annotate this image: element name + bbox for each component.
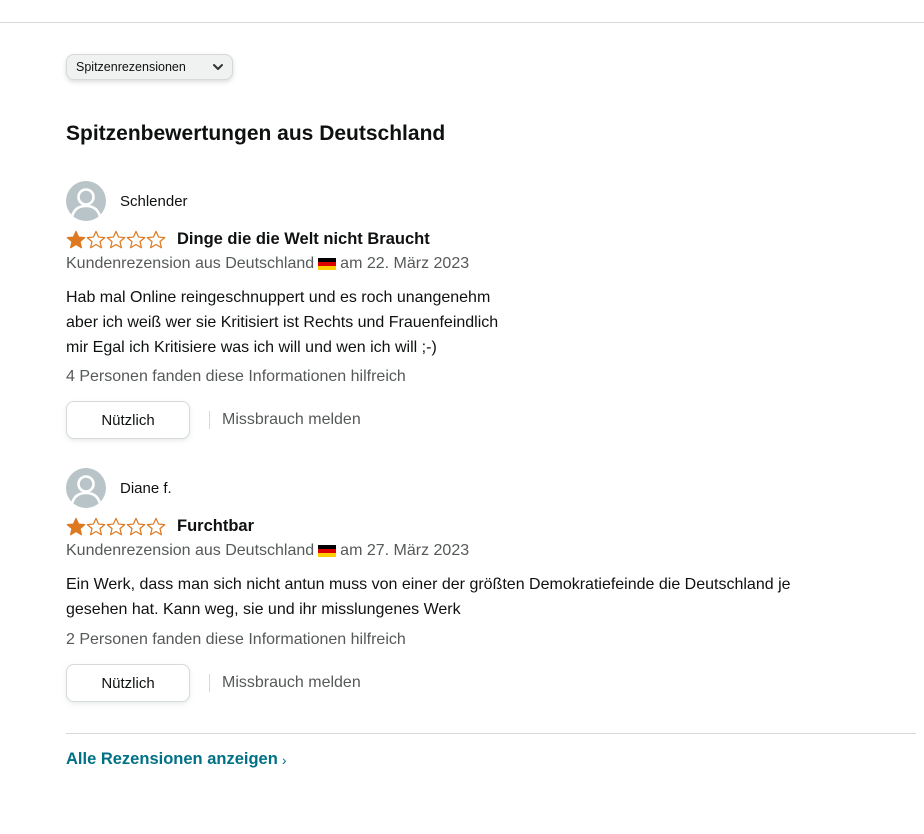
- chevron-right-icon: ›: [281, 751, 287, 768]
- sort-dropdown[interactable]: Spitzenrezensionen: [66, 54, 233, 80]
- review-meta: Kundenrezension aus Deutschland am 22. M…: [66, 255, 469, 273]
- rating-row: Dinge die die Welt nicht Braucht: [66, 230, 430, 249]
- report-abuse-link[interactable]: Missbrauch melden: [222, 674, 361, 692]
- review-body-line: gesehen hat. Kann weg, sie und ihr missl…: [66, 601, 461, 618]
- star-empty-icon: [106, 517, 126, 536]
- review-actions: Nützlich Missbrauch melden: [66, 401, 361, 439]
- review-body-line: aber ich weiß wer sie Kritisiert ist Rec…: [66, 314, 499, 331]
- section-heading: Spitzenbewertungen aus Deutschland: [66, 122, 446, 145]
- star-empty-icon: [86, 230, 106, 249]
- review-body-line: Ein Werk, dass man sich nicht antun muss…: [66, 576, 791, 593]
- reviewer-profile[interactable]: Schlender: [66, 181, 188, 221]
- star-empty-icon: [146, 517, 166, 536]
- user-silhouette-icon: [70, 188, 102, 218]
- helpful-count: 4 Personen fanden diese Informationen hi…: [66, 368, 406, 385]
- top-divider: [0, 22, 924, 23]
- review-meta: Kundenrezension aus Deutschland am 27. M…: [66, 542, 469, 560]
- germany-flag-icon: [318, 257, 337, 271]
- user-silhouette-icon: [70, 475, 102, 505]
- review-body-line: Hab mal Online reingeschnuppert und es r…: [66, 289, 491, 306]
- helpful-count: 2 Personen fanden diese Informationen hi…: [66, 631, 406, 648]
- helpful-button[interactable]: Nützlich: [66, 401, 190, 439]
- star-empty-icon: [86, 517, 106, 536]
- review-body: Hab mal Online reingeschnuppert und es r…: [66, 285, 498, 360]
- star-filled-icon: [66, 517, 86, 536]
- reviewer-name: Schlender: [120, 192, 188, 210]
- all-reviews-link-label: Alle Rezensionen anzeigen: [66, 750, 278, 768]
- all-reviews-link[interactable]: Alle Rezensionen anzeigen ›: [66, 750, 286, 769]
- review-body: Ein Werk, dass man sich nicht antun muss…: [66, 572, 791, 622]
- review-actions: Nützlich Missbrauch melden: [66, 664, 361, 702]
- review-body-line: mir Egal ich Kritisiere was ich will und…: [66, 339, 437, 356]
- avatar: [66, 181, 106, 221]
- review-origin: Kundenrezension aus Deutschland: [66, 255, 315, 272]
- star-empty-icon: [126, 230, 146, 249]
- helpful-button[interactable]: Nützlich: [66, 664, 190, 702]
- report-abuse-link[interactable]: Missbrauch melden: [222, 411, 361, 429]
- star-empty-icon: [106, 230, 126, 249]
- review-date: am 22. März 2023: [340, 255, 470, 272]
- sort-dropdown-label: Spitzenrezensionen: [76, 60, 186, 74]
- review-origin: Kundenrezension aus Deutschland: [66, 542, 315, 559]
- chevron-down-icon: [213, 64, 223, 70]
- star-empty-icon: [146, 230, 166, 249]
- bottom-divider: [66, 733, 916, 734]
- avatar: [66, 468, 106, 508]
- star-rating[interactable]: [66, 230, 166, 249]
- review-title[interactable]: Furchtbar: [177, 517, 254, 536]
- action-divider: [209, 411, 210, 429]
- review-date: am 27. März 2023: [340, 542, 470, 559]
- reviewer-name: Diane f.: [120, 479, 172, 497]
- star-filled-icon: [66, 230, 86, 249]
- germany-flag-icon: [318, 544, 337, 558]
- action-divider: [209, 674, 210, 692]
- reviewer-profile[interactable]: Diane f.: [66, 468, 172, 508]
- review-title[interactable]: Dinge die die Welt nicht Braucht: [177, 230, 430, 249]
- star-rating[interactable]: [66, 517, 166, 536]
- rating-row: Furchtbar: [66, 517, 254, 536]
- star-empty-icon: [126, 517, 146, 536]
